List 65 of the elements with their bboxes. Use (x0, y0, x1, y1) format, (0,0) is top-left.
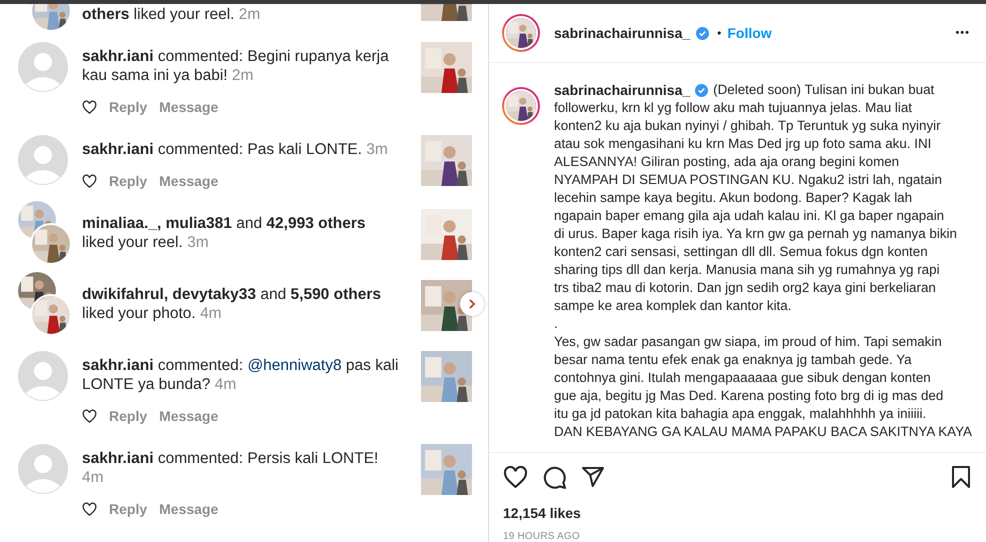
notification-text: sakhr.iani commented: @henniwaty8 pas kali LONTE ya bunda? 4m (82, 356, 400, 394)
likes-count[interactable]: 12,154 likes (489, 505, 986, 521)
more-options-button[interactable]: ••• (955, 27, 970, 39)
caption-line: konten2 cari sensasi, settingan dll dll. Semua fokus dgn konten (554, 243, 929, 261)
message-button[interactable]: Message (159, 99, 218, 115)
comment-button[interactable] (542, 464, 567, 490)
chevron-icon (467, 299, 477, 309)
notification-text: dwikifahrul, devytaky33 and 5,590 others liked your photo. 4m (82, 285, 382, 323)
notification-text: sakhr.iani commented: Persis kali LONTE! 4m (82, 449, 380, 487)
caption-line: gue aja, begitu jg Mas Ded. Karena posting foto brg di ig mas ded (554, 387, 944, 405)
like-button[interactable] (82, 502, 97, 516)
heart-icon (82, 502, 97, 516)
save-button[interactable] (950, 465, 972, 489)
caption-line: trs tiba2 mau di kotorin. Dan jgn sedih org2 kaya gini berkeliaran (554, 279, 937, 297)
post-time: 19 HOURS AGO (502, 531, 581, 542)
caption-line: sampe ke area komplek dan kantor kita. (554, 297, 792, 315)
heart-icon (82, 408, 97, 424)
caption-line: atau sok mengasihani ku krn Mas Ded jrg up foto sama aku. INI (554, 135, 932, 153)
caption-username[interactable]: sabrinachairunnisa_ (554, 81, 690, 99)
caption-line: lecehin sampe kaya begitu. Akun bodong. Baper? Kagak lah (554, 189, 914, 207)
caption-line: DAN KEBAYANG GA KALAU MAMA PAPAKU BACA SAKITNYA KAYA (554, 423, 972, 441)
heart-icon (503, 464, 528, 490)
notification-text: minaliaa._, mulia381 and 42,993 others liked your reel. 3m (82, 214, 366, 252)
caption-line: contohnya gini. Itulah mengapaaaaaa gue sibuk dengan konten (554, 369, 932, 387)
caption-line: NYAMPAH DI SEMUA POSTINGAN KU. Ngaku2 istri lah, ngatain (554, 171, 943, 189)
next-button[interactable] (460, 292, 484, 316)
caption-line: (Deleted soon) Tulisan ini bukan buat (713, 81, 934, 99)
comment-icon (542, 464, 567, 490)
notification-text: sakhr.iani commented: Begini rupanya kerja kau sama ini ya babi! 2m (82, 47, 390, 85)
default-avatar-icon (18, 351, 68, 401)
separator-dot: • (717, 26, 722, 40)
caption-line: sharing tips dll dan kerja. Manusia mana sih yg rumahnya yg rapi (554, 261, 941, 279)
caption-line: followerku, krn kl yg follow aku mah tujuannya jelas. Mau liat (554, 99, 913, 117)
like-button[interactable] (82, 408, 97, 424)
like-button[interactable] (82, 174, 97, 188)
follow-button[interactable]: Follow (727, 25, 772, 41)
caption-line: besar nama tentu efek enak ga enaknya jg tambah gede. Ya (554, 351, 913, 369)
heart-icon (82, 100, 97, 114)
send-icon (581, 465, 605, 489)
message-button[interactable]: Message (159, 408, 218, 424)
heart-icon (82, 174, 97, 188)
notification-text: others liked your reel. 2m (82, 5, 262, 24)
share-button[interactable] (581, 465, 605, 489)
reply-button[interactable]: Reply (109, 501, 148, 517)
caption-line: konten2 ku aja bukan nyinyi / ghibah. Tp Teruntuk yg suka nyinyir (554, 117, 942, 135)
message-button[interactable]: Message (159, 501, 218, 517)
verified-icon (695, 84, 708, 96)
caption-line: di urus. Baper kaga risih iya. Ya krn gw ga pernah yg namanya bikin (554, 225, 958, 243)
reply-button[interactable]: Reply (109, 99, 148, 115)
notification-text: sakhr.iani commented: Pas kali LONTE. 3m (82, 140, 389, 159)
default-avatar-icon (18, 42, 68, 92)
reply-button[interactable]: Reply (109, 173, 148, 189)
caption-line: . (554, 315, 559, 333)
bookmark-icon (950, 465, 972, 489)
caption-line: Yes, gw sadar pasangan gw siapa, im proud of him. Tapi semakin (554, 333, 943, 351)
caption-line: itu ga jd patokan kita bahagia apa enggak, malahhhhh ya iniiiii. (554, 405, 928, 423)
like-button[interactable] (82, 100, 97, 114)
reply-button[interactable]: Reply (109, 408, 148, 424)
message-button[interactable]: Message (159, 173, 218, 189)
username[interactable]: sabrinachairunnisa_ (554, 25, 690, 41)
default-avatar-icon (18, 135, 68, 185)
caption-line: ngapain baper emang gila aja udah kalau ini. Kl ga baper ngapain (554, 207, 946, 225)
default-avatar-icon (18, 444, 68, 494)
like-button[interactable] (503, 464, 528, 490)
caption-line: ALESANNYA! Giliran posting, ada aja orang begini komen (554, 153, 900, 171)
